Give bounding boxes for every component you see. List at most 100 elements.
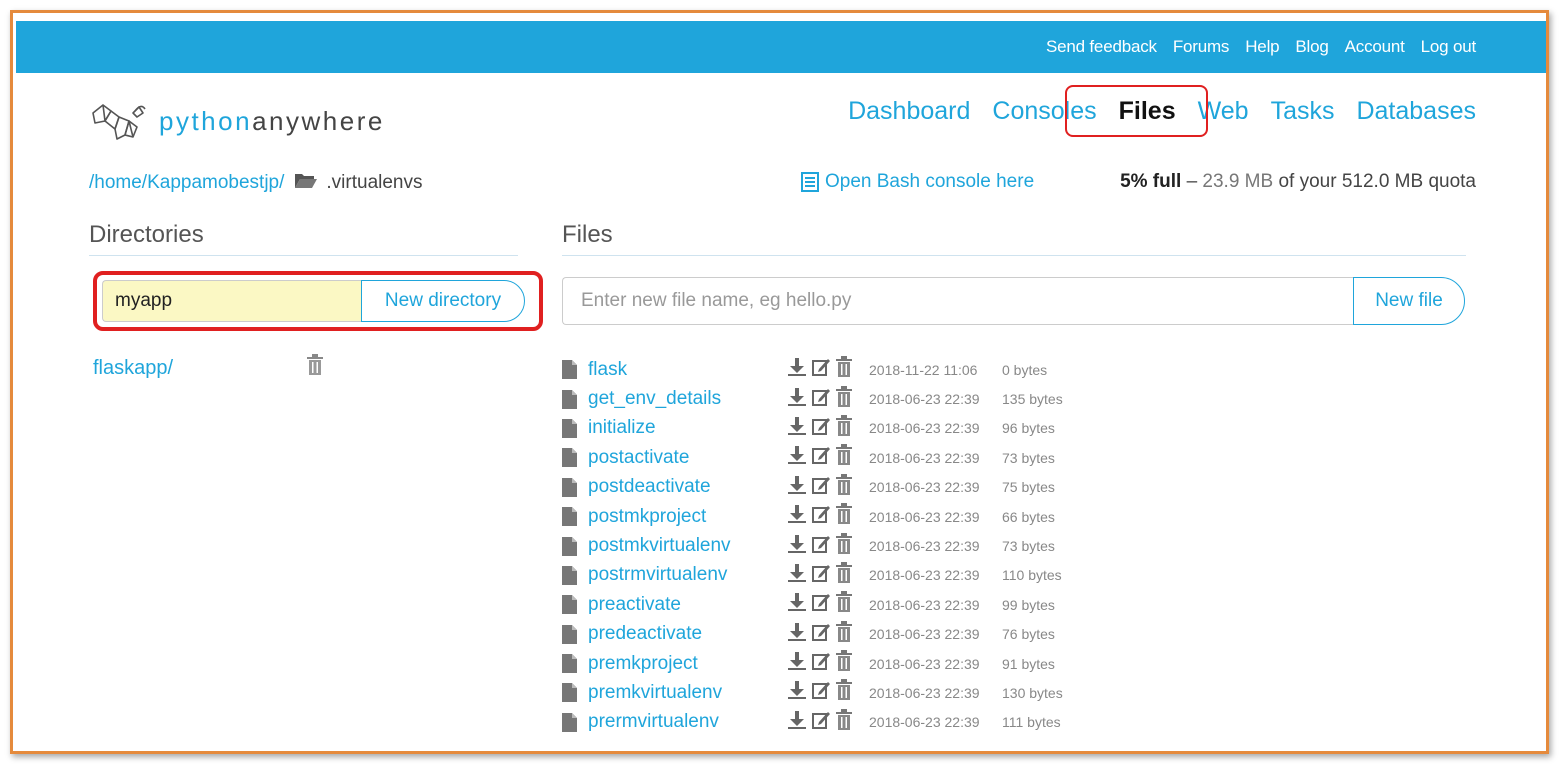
file-icon [562, 477, 580, 497]
nav-databases[interactable]: Databases [1356, 97, 1476, 126]
file-row: postactivate 2018-06-23 22:39 73 bytes [562, 443, 1055, 472]
breadcrumb-current: .virtualenvs [326, 172, 423, 193]
file-size: 111 bytes [1002, 714, 1061, 731]
edit-icon[interactable] [811, 357, 831, 382]
file-name-link[interactable]: preactivate [588, 594, 681, 616]
edit-icon[interactable] [811, 445, 831, 470]
trash-icon[interactable] [835, 561, 853, 589]
trash-icon[interactable] [835, 679, 853, 706]
download-icon[interactable] [787, 475, 807, 500]
file-icon [562, 360, 580, 380]
open-bash-console-link[interactable]: Open Bash console here [801, 171, 1034, 193]
download-icon[interactable] [787, 504, 807, 529]
account-link[interactable]: Account [1345, 37, 1405, 57]
edit-icon[interactable] [811, 710, 831, 735]
file-list: flask 2018-11-22 11:06 0 bytes get_env_deta… [562, 355, 1063, 737]
send-feedback-link[interactable]: Send feedback [1046, 37, 1157, 57]
directories-divider [89, 255, 518, 256]
file-size: 135 bytes [1002, 391, 1063, 408]
file-size: 0 bytes [1002, 361, 1048, 378]
download-icon[interactable] [787, 534, 807, 559]
download-icon[interactable] [787, 592, 807, 617]
trash-icon[interactable] [835, 356, 853, 383]
file-name-link[interactable]: initialize [588, 417, 656, 439]
trash-icon[interactable] [835, 650, 853, 677]
file-name-link[interactable]: premkproject [588, 653, 698, 675]
file-row: prermvirtualenv 2018-06-23 22:39 111 bytes [562, 708, 1061, 737]
file-name-link[interactable]: prermvirtualenv [588, 711, 719, 733]
directory-item-flaskapp[interactable]: flaskapp/ [93, 357, 173, 380]
file-name-link[interactable]: flask [588, 359, 627, 381]
download-icon[interactable] [787, 710, 807, 735]
edit-icon[interactable] [811, 592, 831, 617]
trash-icon[interactable] [835, 444, 853, 471]
file-name-link[interactable]: postmkvirtualenv [588, 535, 731, 557]
blog-link[interactable]: Blog [1295, 37, 1328, 57]
file-size: 73 bytes [1002, 538, 1055, 555]
edit-icon[interactable] [811, 680, 831, 705]
file-name-link[interactable]: postactivate [588, 447, 689, 469]
trash-icon[interactable] [835, 473, 853, 501]
download-icon[interactable] [787, 651, 807, 676]
edit-icon[interactable] [811, 504, 831, 529]
trash-icon[interactable] [835, 414, 853, 442]
edit-icon[interactable] [811, 622, 831, 647]
download-icon[interactable] [787, 445, 807, 470]
file-modified-date: 2018-11-22 11:06 [869, 361, 978, 378]
file-size: 110 bytes [1002, 567, 1062, 584]
file-row: postmkproject 2018-06-23 22:39 66 bytes [562, 502, 1055, 531]
file-name-link[interactable]: premkvirtualenv [588, 682, 722, 704]
quota-percent: 5% full [1120, 171, 1182, 192]
trash-icon[interactable] [835, 620, 853, 648]
file-name-link[interactable]: predeactivate [588, 623, 702, 645]
trash-icon[interactable] [835, 385, 853, 413]
download-icon[interactable] [787, 416, 807, 441]
download-icon[interactable] [787, 622, 807, 647]
trash-icon[interactable] [835, 591, 853, 618]
file-row: initialize 2018-06-23 22:39 96 bytes [562, 414, 1055, 443]
edit-icon[interactable] [811, 416, 831, 441]
file-icon [562, 565, 580, 585]
edit-icon[interactable] [811, 563, 831, 588]
file-name-link[interactable]: postdeactivate [588, 476, 711, 498]
quota-total: 512.0 MB quota [1341, 171, 1476, 192]
edit-icon[interactable] [811, 387, 831, 412]
trash-icon[interactable] [835, 532, 853, 560]
trash-icon[interactable] [306, 354, 324, 381]
nav-tasks[interactable]: Tasks [1271, 97, 1335, 126]
file-modified-date: 2018-06-23 22:39 [869, 596, 980, 613]
breadcrumb-path-link[interactable]: /home/Kappamobestjp/ [89, 172, 284, 194]
logout-link[interactable]: Log out [1421, 37, 1477, 57]
edit-icon[interactable] [811, 651, 831, 676]
help-link[interactable]: Help [1245, 37, 1279, 57]
nav-dashboard[interactable]: Dashboard [848, 97, 970, 126]
download-icon[interactable] [787, 680, 807, 705]
file-icon [562, 389, 580, 409]
trash-icon[interactable] [835, 503, 853, 530]
new-file-input[interactable] [562, 277, 1354, 325]
new-directory-input[interactable] [102, 280, 362, 322]
file-name-link[interactable]: get_env_details [588, 388, 721, 410]
new-directory-button[interactable]: New directory [361, 280, 525, 322]
download-icon[interactable] [787, 563, 807, 588]
forums-link[interactable]: Forums [1173, 37, 1230, 57]
file-row: predeactivate 2018-06-23 22:39 76 bytes [562, 620, 1055, 649]
file-row: preactivate 2018-06-23 22:39 99 bytes [562, 590, 1055, 619]
file-size: 66 bytes [1002, 508, 1055, 525]
pythonanywhere-logo[interactable]: pythonanywhere [89, 99, 385, 143]
edit-icon[interactable] [811, 534, 831, 559]
edit-icon[interactable] [811, 475, 831, 500]
download-icon[interactable] [787, 387, 807, 412]
file-actions [787, 561, 853, 589]
download-icon[interactable] [787, 357, 807, 382]
file-modified-date: 2018-06-23 22:39 [869, 508, 980, 525]
file-modified-date: 2018-06-23 22:39 [869, 449, 980, 466]
new-file-button[interactable]: New file [1353, 277, 1465, 325]
file-row: postrmvirtualenv 2018-06-23 22:39 110 byte… [562, 561, 1062, 590]
top-links: Send feedback Forums Help Blog Account L… [1046, 21, 1476, 73]
trash-icon[interactable] [835, 708, 853, 736]
file-name-link[interactable]: postrmvirtualenv [588, 564, 727, 586]
file-modified-date: 2018-06-23 22:39 [869, 684, 980, 701]
bash-link-label: Open Bash console here [825, 171, 1035, 192]
file-name-link[interactable]: postmkproject [588, 506, 706, 528]
